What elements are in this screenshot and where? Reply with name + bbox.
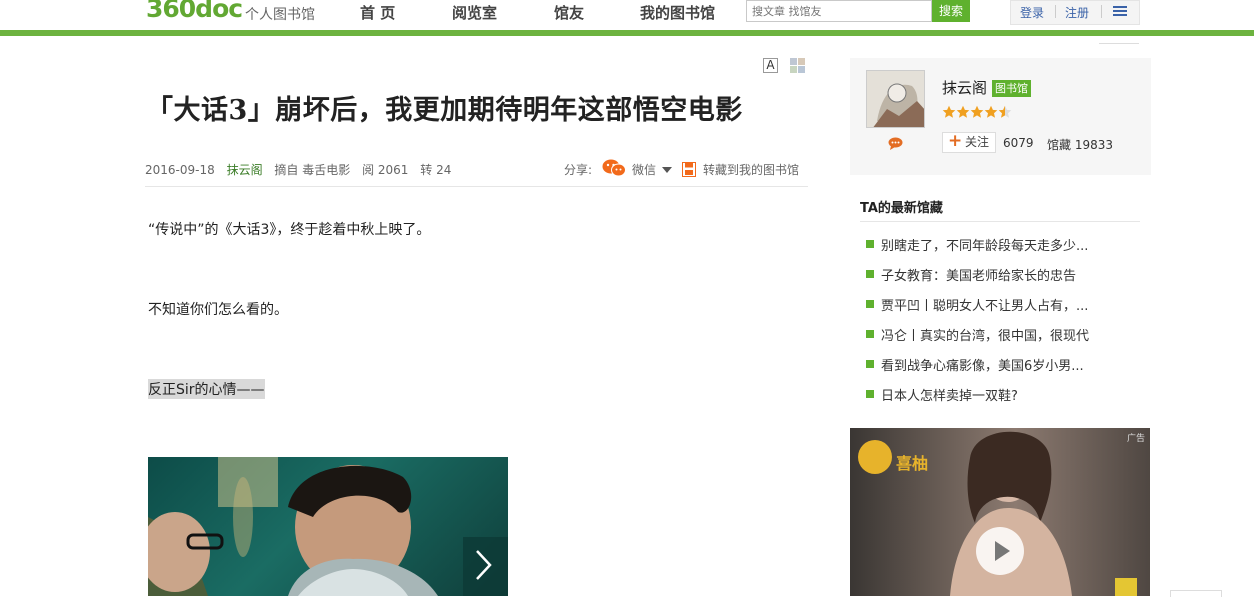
star-icon [970, 105, 984, 118]
wechat-icon[interactable] [602, 159, 626, 177]
read-count: 阅 2061 [362, 163, 409, 177]
bullet-icon [866, 240, 874, 248]
follower-count: 6079 [1003, 136, 1034, 150]
author-link[interactable]: 抹云阁 [227, 163, 263, 177]
brand-logo-icon [858, 440, 892, 474]
follow-button[interactable]: + 关注 [942, 132, 996, 153]
font-size-icon[interactable]: A [763, 58, 778, 73]
save-icon[interactable] [682, 162, 696, 177]
divider [145, 186, 808, 187]
star-icon [984, 105, 998, 118]
layout-toggle-icon[interactable] [790, 58, 805, 73]
list-item-label: 子女教育：美国老师给家长的忠告 [881, 269, 1077, 284]
plus-icon: + [948, 131, 963, 151]
bullet-icon [866, 390, 874, 398]
divider [1055, 5, 1056, 18]
nav-my-library[interactable]: 我的图书馆 [640, 2, 715, 23]
article-paragraph: 反正Sir的心情—— [148, 379, 265, 399]
message-icon[interactable] [888, 137, 903, 150]
follow-label: 关注 [965, 135, 990, 149]
share-label: 分享: [564, 163, 593, 177]
list-item-label: 别瞎走了，不同年龄段每天走多少... [881, 239, 1089, 254]
list-item-label: 看到战争心痛影像，美国6岁小男... [881, 359, 1084, 374]
bullet-icon [866, 330, 874, 338]
wechat-share-link[interactable]: 微信 [632, 161, 656, 178]
register-link[interactable]: 注册 [1065, 4, 1089, 21]
search-input[interactable] [746, 0, 932, 22]
article-paragraph: 不知道你们怎么看的。 [148, 302, 288, 318]
bullet-icon [866, 270, 874, 278]
save-to-library-link[interactable]: 转藏到我的图书馆 [703, 161, 799, 178]
header-green-rule [0, 30, 1254, 36]
profile-name[interactable]: 抹云阁 [942, 77, 987, 98]
play-icon[interactable] [976, 527, 1024, 575]
bullet-icon [866, 300, 874, 308]
star-icon [956, 105, 970, 118]
avatar[interactable] [866, 70, 925, 128]
ad-brand: 喜柚 [896, 454, 929, 473]
source-text: 摘自 毒舌电影 [274, 163, 351, 177]
divider [1101, 5, 1102, 18]
article-meta: 2016-09-18 抹云阁 摘自 毒舌电影 阅 2061 转 24 [145, 161, 459, 178]
list-item-label: 冯仑丨真实的台湾，很中国，很现代 [881, 329, 1090, 344]
article-image [148, 457, 508, 596]
bullet-icon [866, 360, 874, 368]
list-item-label: 贾平凹丨聪明女人不让男人占有，... [881, 299, 1089, 314]
divider [1099, 43, 1139, 44]
repost-count: 转 24 [420, 163, 452, 177]
publish-date: 2016-09-18 [145, 163, 215, 177]
list-icon[interactable] [1113, 6, 1127, 17]
latest-collection-title: TA的最新馆藏 [860, 201, 943, 216]
logo-subtitle: 个人图书馆 [245, 7, 315, 23]
star-icon [942, 105, 956, 118]
nav-reading-room[interactable]: 阅览室 [452, 2, 497, 23]
nav-friends[interactable]: 馆友 [554, 2, 584, 23]
collection-count: 馆藏 19833 [1047, 138, 1113, 152]
login-link[interactable]: 登录 [1020, 4, 1044, 21]
nav-home[interactable]: 首 页 [360, 2, 395, 23]
ad-banner[interactable]: 喜柚 广告 [850, 428, 1150, 596]
divider [860, 221, 1140, 222]
rating-stars [942, 104, 1012, 118]
chevron-down-icon[interactable] [662, 167, 672, 173]
next-image-icon[interactable] [471, 548, 495, 582]
list-item-label: 日本人怎样卖掉一双鞋? [881, 389, 1018, 404]
search-button[interactable]: 搜索 [932, 0, 970, 22]
article-title: 「大话3」崩坏后，我更加期待明年这部悟空电影 [146, 95, 743, 126]
site-logo[interactable]: 360doc [146, 0, 243, 23]
article-paragraph: “传说中”的《大话3》，终于趁着中秋上映了。 [148, 222, 431, 238]
library-badge: 图书馆 [992, 80, 1031, 97]
top-bar: 360doc 个人图书馆 首 页 阅览室 馆友 我的图书馆 搜索 登录 注册 [0, 0, 1254, 30]
ad-tag: 广告 [1126, 434, 1145, 444]
star-icon [998, 105, 1012, 118]
